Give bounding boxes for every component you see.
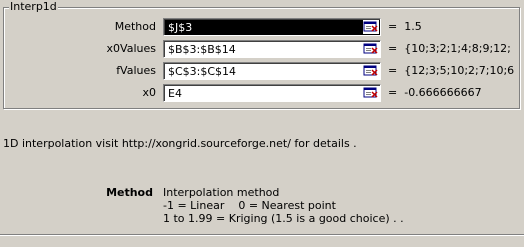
x0-field[interactable] [163,84,381,102]
argument-result: = -0.666666667 [388,86,482,99]
divider [0,234,524,236]
arguments-groupbox: Interp1d Method = 1.5 x0Values [3,0,520,109]
collapse-dialog-icon[interactable] [363,42,379,56]
argument-label: fValues [116,64,156,77]
parameter-line: Interpolation method [163,186,280,199]
x0values-input[interactable] [166,42,358,56]
argument-result: = {10;3;2;1;4;8;9;12; [388,42,511,55]
argument-label: Method [114,20,156,33]
method-input[interactable] [166,20,358,34]
parameter-line: 1 to 1.99 = Kriging (1.5 is a good choic… [163,212,404,225]
method-field[interactable] [163,18,381,36]
x0values-field[interactable] [163,40,381,58]
fvalues-input[interactable] [166,64,358,78]
function-description: 1D interpolation visit http://xongrid.so… [3,137,357,150]
argument-label: x0Values [106,42,156,55]
argument-row-fvalues: fValues = {12;3;5;10;2;7;10;6 [4,61,519,81]
collapse-dialog-icon[interactable] [363,86,379,100]
argument-row-x0values: x0Values = {10;3;2;1;4;8;9;12; [4,39,519,59]
fvalues-field[interactable] [163,62,381,80]
parameter-name: Method [106,186,153,199]
argument-row-method: Method = 1.5 [4,17,519,37]
parameter-description: Interpolation method -1 = Linear 0 = Near… [163,186,404,225]
argument-result: = 1.5 [388,20,422,33]
collapse-dialog-icon[interactable] [363,64,379,78]
parameter-line: -1 = Linear 0 = Nearest point [163,199,336,212]
argument-label: x0 [142,86,156,99]
argument-row-x0: x0 = -0.666666667 [4,83,519,103]
collapse-dialog-icon[interactable] [363,20,379,34]
groupbox-title: Interp1d [9,0,58,14]
x0-input[interactable] [166,86,358,100]
argument-result: = {12;3;5;10;2;7;10;6 [388,64,515,77]
